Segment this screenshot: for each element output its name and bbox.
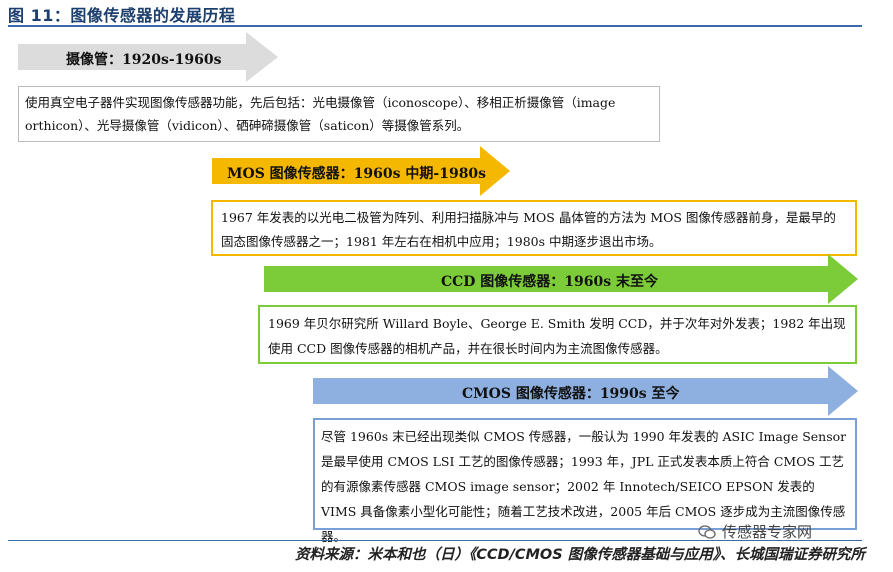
watermark: 传感器专家网	[698, 521, 812, 542]
bottom-divider	[8, 540, 862, 541]
stage-4-label: CMOS 图像传感器：1990s 至今	[462, 386, 680, 402]
watermark-text: 传感器专家网	[722, 523, 813, 541]
stage-3-label: CCD 图像传感器：1960s 末至今	[441, 274, 659, 290]
stage-4-description: 尽管 1960s 末已经出现类似 CMOS 传感器，一般认为 1990 年发表的…	[313, 418, 857, 544]
stage-1-description: 使用真空电子器件实现图像传感器功能，先后包括：光电摄像管（iconoscope）…	[18, 86, 660, 142]
stage-2-label: MOS 图像传感器：1960s 中期-1980s	[227, 166, 487, 182]
title-divider	[8, 25, 862, 27]
stage-3-description: 1969 年贝尔研究所 Willard Boyle、George E. Smit…	[258, 305, 857, 364]
stage-1-label: 摄像管：1920s-1960s	[66, 52, 222, 68]
figure-title: 图 11：图像传感器的发展历程	[8, 6, 236, 25]
stage-2-description: 1967 年发表的以光电二极管为阵列、利用扫描脉冲与 MOS 晶体管的方法为 M…	[211, 200, 857, 256]
wechat-icon	[698, 524, 716, 539]
source-note: 资料来源：米本和也（日）《CCD/CMOS 图像传感器基础与应用》、长城国瑞证券…	[295, 547, 865, 563]
